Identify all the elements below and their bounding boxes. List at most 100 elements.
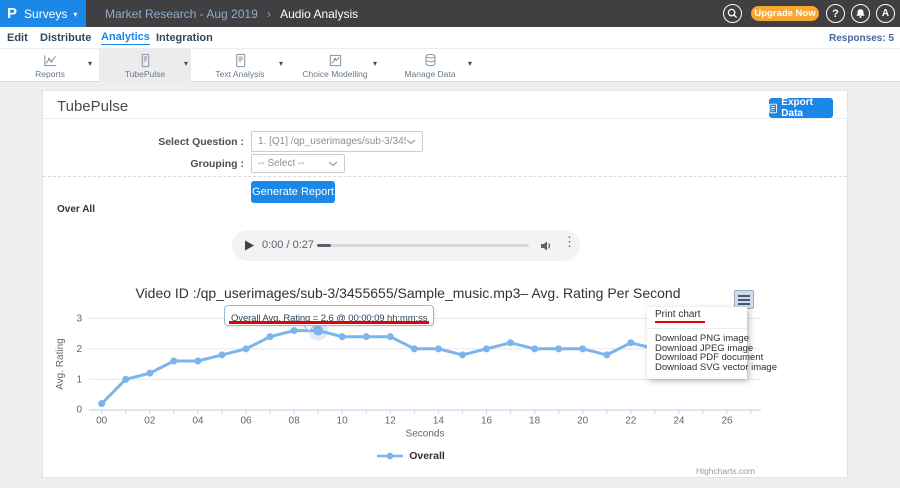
chart-tooltip: Overall Avg. Rating = 2.6 @ 00:00:09 hh:… (224, 305, 434, 326)
avatar-letter: A (882, 8, 889, 19)
toolbar-item-reports[interactable]: Reports (10, 49, 90, 82)
grouping-label: Grouping : (124, 158, 244, 170)
toolbar-item-choice-modelling[interactable]: Choice Modelling (289, 49, 381, 82)
toolbar-item-label: Reports (35, 69, 65, 79)
text-doc-icon (233, 53, 248, 68)
legend-label: Overall (409, 450, 445, 462)
audio-time-label: 0:00 / 0:27 (262, 239, 314, 251)
audio-player: 0:00 / 0:27 ⋮ (232, 230, 580, 261)
export-label: Export Data (781, 97, 833, 119)
svg-text:04: 04 (192, 416, 204, 427)
tubepulse-dropdown-caret[interactable]: ▾ (184, 59, 188, 68)
svg-text:00: 00 (96, 416, 108, 427)
toolbar-item-label: TubePulse (125, 69, 165, 79)
reports-dropdown-caret[interactable]: ▾ (88, 59, 92, 68)
svg-text:20: 20 (577, 416, 589, 427)
svg-text:Seconds: Seconds (406, 429, 445, 440)
chart-export-menu: Print chart Download PNG image Download … (647, 307, 747, 379)
select-question-label: Select Question : (124, 136, 244, 148)
grouping-select[interactable]: -- Select -- (251, 154, 345, 173)
svg-text:Avg. Rating: Avg. Rating (55, 338, 66, 390)
toolbar-item-label: Choice Modelling (302, 69, 367, 79)
help-button[interactable]: ? (826, 4, 845, 23)
menu-divider (647, 328, 747, 329)
manage-data-dropdown-caret[interactable]: ▾ (468, 59, 472, 68)
svg-text:08: 08 (289, 416, 301, 427)
legend-series-symbol (377, 451, 403, 461)
breadcrumb-separator: › (267, 6, 271, 21)
nav-item-integration[interactable]: Integration (156, 27, 213, 49)
text-analysis-dropdown-caret[interactable]: ▾ (279, 59, 283, 68)
question-select-value: 1. [Q1] /qp_userimages/sub-3/3455655/S..… (258, 136, 406, 147)
play-button[interactable] (244, 240, 255, 251)
upgrade-now-button[interactable]: Upgrade Now (751, 6, 819, 21)
grouping-select-value: -- Select -- (258, 158, 328, 169)
top-header-bar: P Surveys ▾ Market Research - Aug 2019 ›… (0, 0, 900, 27)
menu-item-download-svg[interactable]: Download SVG vector image (655, 362, 777, 373)
nav-item-edit[interactable]: Edit (7, 27, 28, 49)
line-chart-icon (43, 53, 58, 68)
notifications-button[interactable] (851, 4, 870, 23)
svg-text:26: 26 (721, 416, 733, 427)
chevron-down-icon (406, 139, 416, 145)
svg-text:1: 1 (76, 374, 82, 385)
upgrade-label: Upgrade Now (754, 8, 815, 19)
toolbar-item-label: Text Analysis (215, 69, 264, 79)
choice-modelling-dropdown-caret[interactable]: ▾ (373, 59, 377, 68)
svg-text:10: 10 (337, 416, 349, 427)
analytics-toolbar: Reports ▾ TubePulse ▾ Text Analysis ▾ Ch… (0, 49, 900, 82)
question-mark-icon: ? (832, 8, 839, 20)
svg-text:2: 2 (76, 344, 82, 355)
svg-text:3: 3 (76, 313, 82, 324)
database-icon (423, 53, 438, 68)
search-button[interactable] (723, 4, 742, 23)
bell-icon (855, 8, 866, 19)
survey-nav-bar: Edit Distribute Analytics Integration Re… (0, 27, 900, 49)
avatar[interactable]: A (876, 4, 895, 23)
dashed-divider (43, 176, 847, 177)
toolbar-item-manage-data[interactable]: Manage Data (384, 49, 476, 82)
responses-count: Responses: 5 (829, 27, 894, 49)
breadcrumb-current-page: Audio Analysis (280, 7, 358, 21)
questionpro-logo: P (7, 5, 17, 22)
menu-item-print-chart[interactable]: Print chart (655, 309, 701, 320)
overall-section-label: Over All (57, 204, 95, 215)
highcharts-credits[interactable]: Highcharts.com (49, 466, 755, 476)
toolbar-item-tubepulse[interactable]: TubePulse (99, 49, 191, 82)
breadcrumb: Market Research - Aug 2019 › Audio Analy… (105, 0, 358, 27)
product-name: Surveys (24, 7, 67, 21)
svg-text:16: 16 (481, 416, 493, 427)
nav-item-distribute[interactable]: Distribute (40, 27, 91, 49)
svg-text:14: 14 (433, 416, 445, 427)
chart-legend-overall[interactable]: Overall (49, 450, 773, 462)
generate-report-label: Generate Report (252, 186, 334, 198)
toolbar-item-label: Manage Data (404, 69, 455, 79)
generate-report-button[interactable]: Generate Report (251, 181, 335, 203)
audio-seek-bar[interactable] (317, 244, 529, 247)
chevron-down-icon (328, 161, 338, 167)
audio-menu-button[interactable]: ⋮ (563, 234, 576, 250)
card-title: TubePulse (57, 98, 128, 115)
choice-chart-icon (328, 53, 343, 68)
svg-text:02: 02 (144, 416, 156, 427)
toolbar-item-text-analysis[interactable]: Text Analysis (196, 49, 284, 82)
svg-text:22: 22 (625, 416, 637, 427)
export-data-button[interactable]: Export Data (769, 98, 833, 118)
audio-seek-played (317, 244, 331, 247)
svg-text:0: 0 (76, 405, 82, 416)
svg-text:12: 12 (385, 416, 397, 427)
document-icon (769, 103, 777, 114)
question-select[interactable]: 1. [Q1] /qp_userimages/sub-3/3455655/S..… (251, 131, 423, 152)
pulse-doc-icon (138, 53, 153, 68)
search-icon (727, 8, 738, 19)
annotation-underline (229, 321, 429, 324)
nav-item-analytics[interactable]: Analytics (101, 27, 150, 49)
svg-text:24: 24 (673, 416, 685, 427)
svg-text:18: 18 (529, 416, 541, 427)
product-switcher[interactable]: P Surveys ▾ (0, 0, 86, 27)
chevron-down-icon: ▾ (73, 10, 77, 19)
volume-icon[interactable] (540, 240, 552, 252)
divider (43, 118, 847, 119)
annotation-underline (655, 321, 705, 323)
breadcrumb-survey-name[interactable]: Market Research - Aug 2019 (105, 7, 258, 21)
